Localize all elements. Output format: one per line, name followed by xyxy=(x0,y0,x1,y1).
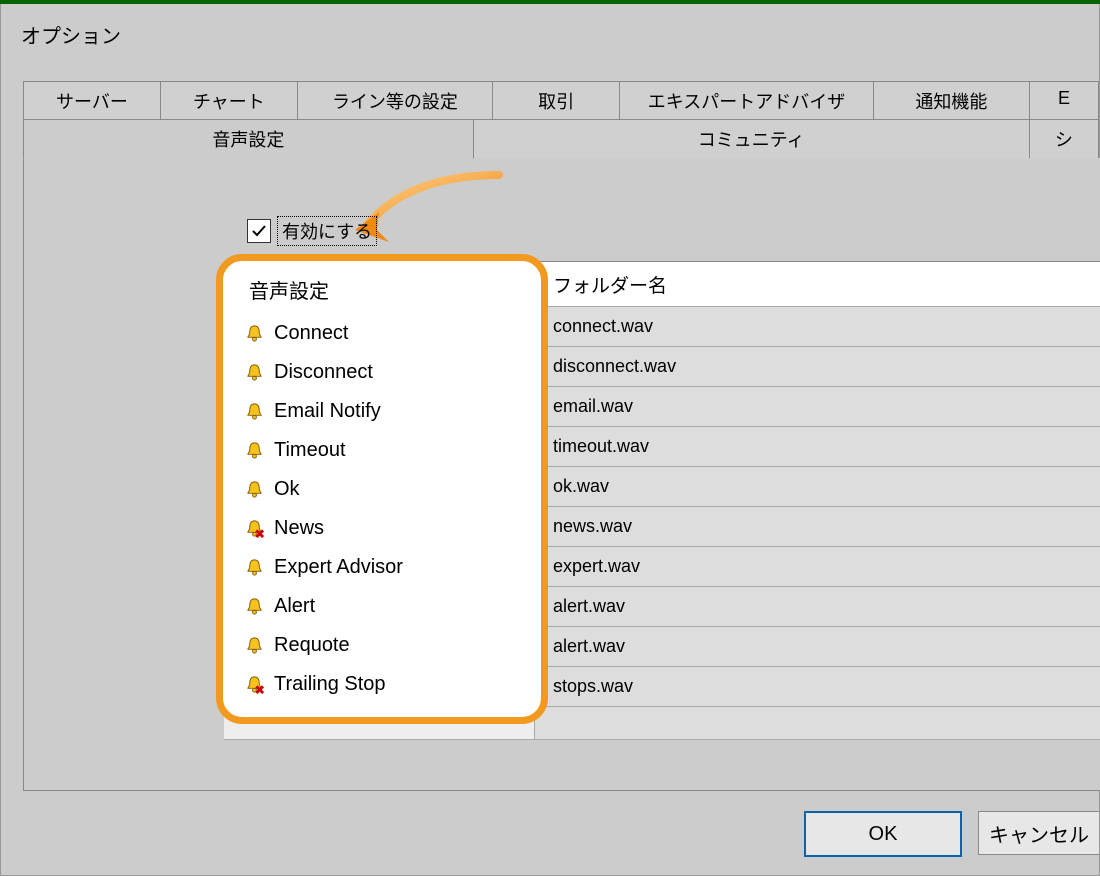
tab-ea[interactable]: エキスパートアドバイザ xyxy=(620,81,873,120)
event-name: Ok xyxy=(274,478,300,501)
file-name: stops.wav xyxy=(553,676,633,697)
file-name: alert.wav xyxy=(553,596,625,617)
file-name: ok.wav xyxy=(553,476,609,497)
cancel-button[interactable]: キャンセル xyxy=(978,811,1099,855)
tab-lines[interactable]: ライン等の設定 xyxy=(298,81,493,120)
file-name: connect.wav xyxy=(553,316,653,337)
col-header-file[interactable]: フォルダー名 xyxy=(535,262,1100,306)
bell-icon xyxy=(245,558,264,577)
ok-button[interactable]: OK xyxy=(804,811,962,857)
tab-notify[interactable]: 通知機能 xyxy=(874,81,1030,120)
tab-sound[interactable]: 音声設定 xyxy=(23,119,474,159)
file-name: news.wav xyxy=(553,516,632,537)
dialog-title: オプション xyxy=(1,4,1099,59)
bell-icon xyxy=(245,480,264,499)
tab-row-2: 音声設定 コミュニティ シ xyxy=(23,119,1099,159)
tab-e[interactable]: E xyxy=(1030,81,1099,120)
event-name: Requote xyxy=(274,634,350,657)
list-item[interactable]: Disconnect xyxy=(245,353,535,392)
event-name: Expert Advisor xyxy=(274,556,403,579)
file-name: expert.wav xyxy=(553,556,640,577)
list-item[interactable]: Connect xyxy=(245,314,535,353)
tab-chart[interactable]: チャート xyxy=(161,81,298,120)
file-name: timeout.wav xyxy=(553,436,649,457)
tab-community[interactable]: コミュニティ xyxy=(474,119,1030,159)
list-item[interactable]: Timeout xyxy=(245,431,535,470)
tab-trade[interactable]: 取引 xyxy=(493,81,620,120)
list-item[interactable]: Alert xyxy=(245,587,535,626)
list-item[interactable]: Ok xyxy=(245,470,535,509)
enable-sound-checkbox[interactable] xyxy=(247,219,271,243)
tab-row-1: サーバー チャート ライン等の設定 取引 エキスパートアドバイザ 通知機能 E xyxy=(23,81,1099,120)
bell-icon xyxy=(245,597,264,616)
list-item[interactable]: News xyxy=(245,509,535,548)
bell-icon xyxy=(245,363,264,382)
file-name: disconnect.wav xyxy=(553,356,676,377)
list-item[interactable]: Email Notify xyxy=(245,392,535,431)
enable-sound-label: 有効にする xyxy=(277,216,377,246)
arrow-annotation-icon xyxy=(349,170,509,260)
bell-icon xyxy=(245,402,264,421)
event-name: Trailing Stop xyxy=(274,673,386,696)
highlight-callout: 音声設定 Connect Disconnect Email Notify Tim… xyxy=(216,254,548,724)
event-name: Connect xyxy=(274,322,349,345)
bell-muted-icon xyxy=(245,675,264,694)
event-name: News xyxy=(274,517,324,540)
bell-muted-icon xyxy=(245,519,264,538)
list-item[interactable]: Requote xyxy=(245,626,535,665)
event-name: Disconnect xyxy=(274,361,373,384)
list-item[interactable]: Expert Advisor xyxy=(245,548,535,587)
sound-panel: 有効にする 音声設定 フォルダー名 Connect connect.wav Di… xyxy=(23,158,1100,791)
options-dialog: オプション サーバー チャート ライン等の設定 取引 エキスパートアドバイザ 通… xyxy=(0,4,1100,876)
file-name: alert.wav xyxy=(553,636,625,657)
list-item[interactable]: Trailing Stop xyxy=(245,665,535,704)
bell-icon xyxy=(245,441,264,460)
bell-icon xyxy=(245,324,264,343)
file-name: email.wav xyxy=(553,396,633,417)
event-name: Email Notify xyxy=(274,400,381,423)
event-name: Timeout xyxy=(274,439,346,462)
bell-icon xyxy=(245,636,264,655)
event-name: Alert xyxy=(274,595,315,618)
tab-shi[interactable]: シ xyxy=(1030,119,1099,159)
highlight-header: 音声設定 xyxy=(245,269,535,314)
tab-server[interactable]: サーバー xyxy=(23,81,161,120)
